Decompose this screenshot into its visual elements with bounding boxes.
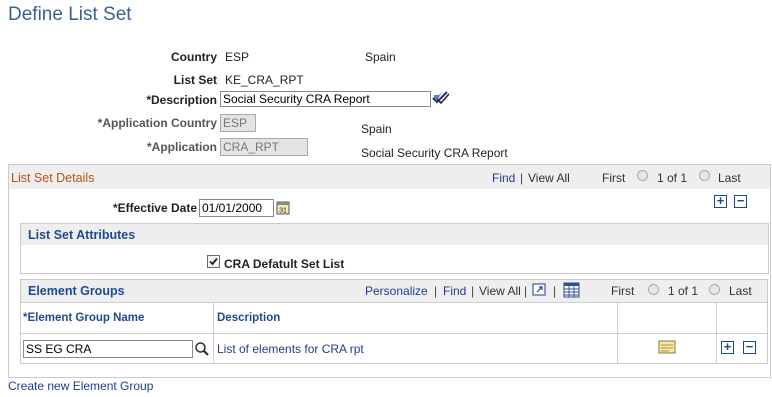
country-label: Country — [171, 50, 217, 64]
cra-default-checkbox[interactable] — [207, 255, 220, 268]
create-element-group-link[interactable]: Create new Element Group — [8, 379, 153, 393]
column-header-top-rule — [21, 302, 767, 303]
application-country-label: *Application Country — [97, 116, 217, 130]
grid-separator-1: | — [434, 284, 438, 298]
details-remove-button[interactable]: − — [734, 194, 747, 208]
list-set-details-title: List Set Details — [11, 171, 95, 185]
row-add-button[interactable]: + — [721, 340, 734, 354]
grid-separator-4: | — [553, 284, 557, 298]
note-icon[interactable] — [658, 340, 676, 355]
grid-view-all[interactable]: View All — [479, 284, 521, 298]
personalize-link[interactable]: Personalize — [365, 284, 428, 298]
details-next-icon[interactable] — [699, 170, 710, 181]
details-last[interactable]: Last — [718, 171, 741, 185]
svg-text:31: 31 — [279, 208, 287, 215]
column-header-element-group-name: *Element Group Name — [23, 312, 145, 324]
grid-separator-2: | — [471, 284, 475, 298]
details-view-all[interactable]: View All — [528, 171, 570, 185]
country-code: ESP — [225, 50, 250, 64]
description-field[interactable]: Social Security CRA Report — [220, 91, 431, 107]
effective-date-label: *Effective Date — [112, 201, 197, 215]
grid-next-icon[interactable] — [709, 284, 720, 295]
zoom-window-icon[interactable] — [532, 283, 547, 297]
row-remove-button[interactable]: − — [743, 340, 756, 354]
calendar-icon[interactable]: 31 — [276, 200, 290, 215]
list-set-label: List Set — [173, 73, 217, 87]
grid-prev-icon[interactable] — [648, 284, 659, 295]
element-group-description-link[interactable]: List of elements for CRA rpt — [217, 342, 364, 356]
grid-separator-3: | — [524, 284, 528, 298]
details-separator: | — [520, 171, 524, 185]
details-find-link[interactable]: Find — [492, 171, 515, 185]
country-name: Spain — [365, 50, 396, 64]
application-description: Social Security CRA Report — [361, 146, 508, 160]
grid-find-link[interactable]: Find — [443, 284, 466, 298]
effective-date-field[interactable]: 01/01/2000 — [199, 199, 274, 217]
download-excel-icon[interactable] — [563, 282, 580, 298]
spell-check-icon[interactable] — [432, 89, 450, 106]
details-first[interactable]: First — [602, 171, 625, 185]
details-count: 1 of 1 — [657, 171, 688, 185]
cra-default-label: CRA Defatult Set List — [224, 257, 345, 271]
grid-count: 1 of 1 — [668, 284, 699, 298]
page-title: Define List Set — [8, 4, 132, 25]
element-group-name-field[interactable]: SS EG CRA — [23, 340, 193, 358]
column-header-bottom-rule — [21, 333, 767, 334]
element-groups-title: Element Groups — [28, 284, 125, 298]
list-set-attributes-title: List Set Attributes — [28, 228, 136, 242]
description-label: *Description — [146, 93, 217, 107]
list-set-value: KE_CRA_RPT — [225, 73, 304, 87]
lookup-magnifier-icon[interactable] — [194, 341, 210, 357]
grid-last[interactable]: Last — [729, 284, 752, 298]
application-label: *Application — [146, 140, 217, 154]
column-header-description: Description — [217, 312, 281, 324]
application-country-field: ESP — [220, 114, 256, 132]
details-add-button[interactable]: + — [714, 194, 727, 208]
application-field: CRA_RPT — [220, 138, 308, 156]
list-set-details-header — [9, 165, 770, 189]
details-prev-icon[interactable] — [637, 170, 648, 181]
application-country-name: Spain — [361, 122, 392, 136]
grid-first[interactable]: First — [611, 284, 634, 298]
